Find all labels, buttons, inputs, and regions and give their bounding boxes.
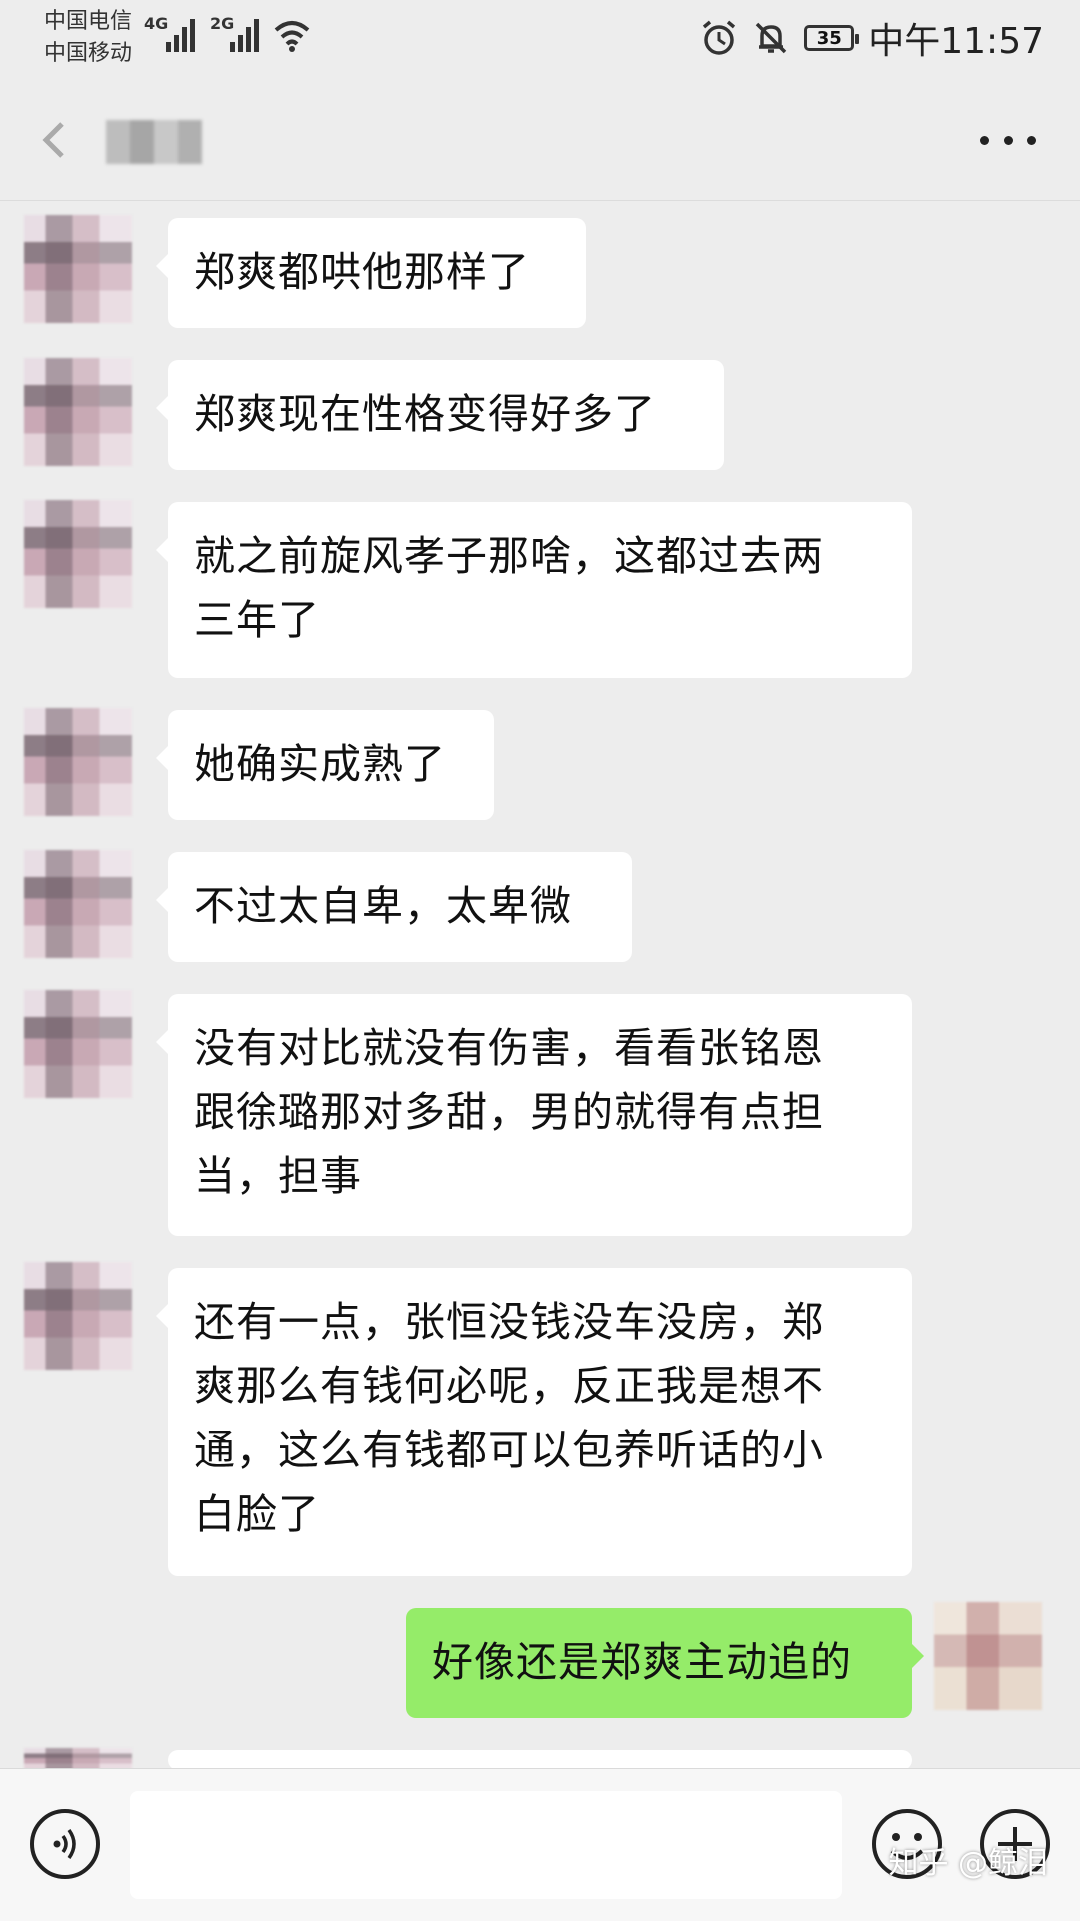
signal-bars-icon <box>230 19 259 52</box>
status-right: 35 中午11:57 <box>700 10 1044 66</box>
message-bubble[interactable]: 郑爽都哄他那样了 <box>156 218 586 328</box>
avatar[interactable] <box>24 850 132 958</box>
message-bubble[interactable]: 还有一点，张恒没钱没车没房，郑 爽那么有钱何必呢，反正我是想不 通，这么有钱都可… <box>156 1268 912 1576</box>
chat-title-redacted <box>106 120 202 164</box>
avatar-self[interactable] <box>934 1602 1042 1710</box>
message-bubble[interactable]: 就之前旋风孝子那啥，这都过去两 三年了 <box>156 502 912 678</box>
message-bubble[interactable]: 不过太自卑，太卑微 <box>156 852 632 962</box>
avatar[interactable] <box>24 708 132 816</box>
message-bubble[interactable]: 好像还是郑爽主动追的 <box>406 1608 924 1718</box>
message-line: 爽那么有钱何必呢，反正我是想不 <box>194 1362 824 1410</box>
status-bar: 中国电信 中国移动 4G 2G 35 中午11:57 <box>0 0 1080 80</box>
avatar[interactable] <box>24 1748 132 1770</box>
message-line: 还有一点，张恒没钱没车没房，郑 <box>194 1298 824 1346</box>
message-line: 郑爽现在性格变得好多了 <box>194 390 656 438</box>
message-line: 三年了 <box>194 596 320 644</box>
message-bubble[interactable]: 没有对比就没有伤害，看看张铭恩 跟徐璐那对多甜，男的就得有点担 当，担事 <box>156 994 912 1236</box>
message-line: 当，担事 <box>194 1152 362 1200</box>
message-bubble[interactable]: 她确实成熟了 <box>156 710 494 820</box>
avatar[interactable] <box>24 1262 132 1370</box>
message-line: 通，这么有钱都可以包养听话的小 <box>194 1426 824 1474</box>
carrier-labels: 中国电信 中国移动 <box>44 6 132 70</box>
voice-icon[interactable] <box>28 1807 102 1881</box>
message-line: 跟徐璐那对多甜，男的就得有点担 <box>194 1088 824 1136</box>
message-line: 郑爽都哄他那样了 <box>194 248 530 296</box>
carrier-2: 中国移动 <box>44 41 133 66</box>
message-input[interactable] <box>130 1791 842 1899</box>
avatar[interactable] <box>24 358 132 466</box>
avatar[interactable] <box>24 990 132 1098</box>
message-line: 没有对比就没有伤害，看看张铭恩 <box>194 1024 824 1072</box>
watermark: 知乎 @鲸泪 <box>888 1846 1048 1881</box>
avatar[interactable] <box>24 215 132 323</box>
signal-bars-icon <box>166 19 195 52</box>
message-line: 好像还是郑爽主动追的 <box>432 1638 852 1686</box>
battery-indicator: 35 <box>804 25 860 51</box>
alarm-clock-icon <box>703 20 736 55</box>
message-line: 不过太自卑，太卑微 <box>194 882 572 930</box>
chat-header <box>0 80 1080 201</box>
wifi-icon <box>274 21 310 52</box>
status-time: 中午11:57 <box>868 21 1044 62</box>
more-dots-icon[interactable] <box>980 130 1036 150</box>
back-arrow-icon[interactable] <box>34 118 74 162</box>
message-bubble[interactable]: 郑爽现在性格变得好多了 <box>156 360 724 470</box>
message-line: 她确实成熟了 <box>194 740 446 788</box>
carrier-1: 中国电信 <box>44 9 133 34</box>
bell-muted-icon <box>756 22 787 54</box>
message-bubble-partial[interactable] <box>156 1750 912 1810</box>
message-line: 就之前旋风孝子那啥，这都过去两 <box>194 532 824 580</box>
message-line: 白脸了 <box>194 1490 320 1538</box>
avatar[interactable] <box>24 500 132 608</box>
